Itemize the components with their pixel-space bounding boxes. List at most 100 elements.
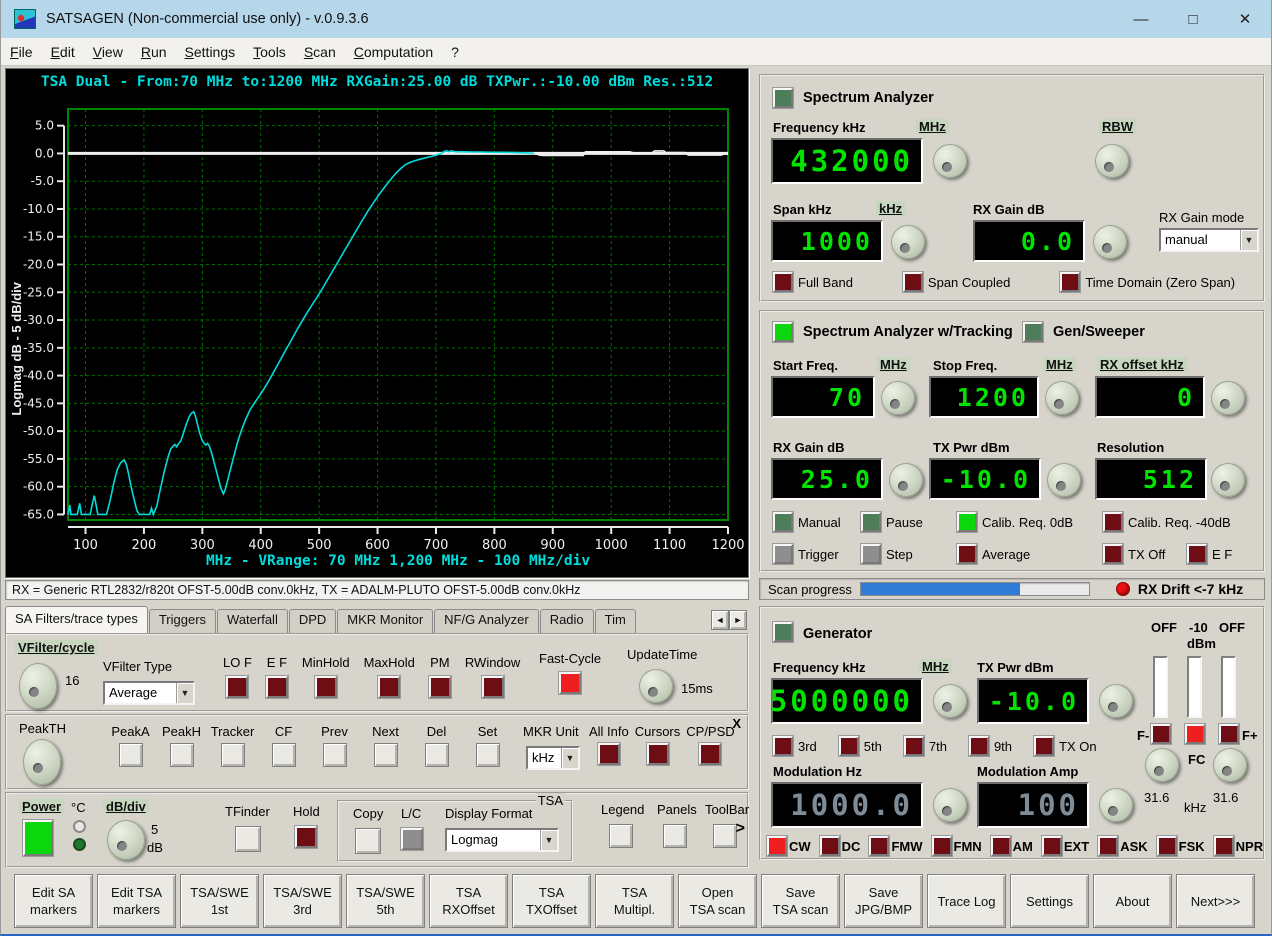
trace-filter-checkbox[interactable]: RWindow xyxy=(465,655,520,699)
menu-item[interactable]: Settings xyxy=(176,41,245,63)
tab[interactable]: Tim xyxy=(594,609,636,633)
db-div-button-label[interactable]: dB/div xyxy=(103,799,149,814)
bottom-action-button[interactable]: Open TSA scan xyxy=(678,874,757,928)
db-div-knob[interactable] xyxy=(107,820,145,860)
checkbox-box[interactable] xyxy=(1040,835,1063,857)
more-arrow-button[interactable]: > xyxy=(736,820,745,838)
menu-item[interactable]: Edit xyxy=(42,41,84,63)
modulation-type-checkbox[interactable]: DC xyxy=(818,835,860,857)
checkbox-box[interactable] xyxy=(1033,735,1056,757)
bottom-action-button[interactable]: Edit SA markers xyxy=(14,874,93,928)
markers-close-button[interactable]: X xyxy=(732,716,741,731)
checkbox-box[interactable] xyxy=(868,835,891,857)
frequency-knob[interactable] xyxy=(933,144,967,178)
checkbox-box[interactable] xyxy=(837,735,860,757)
menu-item[interactable]: Computation xyxy=(345,41,442,63)
vfilter-type-select[interactable]: Average ▼ xyxy=(103,681,195,705)
mkr-unit-select[interactable]: kHz ▼ xyxy=(526,746,580,770)
marker-button[interactable] xyxy=(322,743,347,767)
trace-filter-checkbox[interactable]: MinHold xyxy=(302,655,350,699)
harmonic-checkbox[interactable]: 5th xyxy=(837,735,882,757)
span-unit-button[interactable]: kHz xyxy=(876,201,906,216)
sa-option-checkbox[interactable]: Time Domain (Zero Span) xyxy=(1059,271,1235,293)
tab[interactable]: Radio xyxy=(539,609,594,633)
span-knob[interactable] xyxy=(891,225,925,259)
checkbox-box[interactable] xyxy=(1059,271,1082,293)
stop-freq-knob[interactable] xyxy=(1045,381,1079,415)
checkbox-box[interactable] xyxy=(1102,543,1124,565)
lc-checkbox[interactable] xyxy=(400,827,424,851)
trace-filter-checkbox[interactable]: LO F xyxy=(223,655,252,699)
rbw-button[interactable]: RBW xyxy=(1099,119,1137,134)
maximize-button[interactable]: □ xyxy=(1167,0,1219,38)
checkbox-box[interactable] xyxy=(967,735,990,757)
rx-gain-mode-select[interactable]: manual ▼ xyxy=(1159,228,1259,252)
generator-enable-checkbox[interactable] xyxy=(772,621,794,643)
spectrum-analyzer-enable-checkbox[interactable] xyxy=(772,87,794,109)
level-slider-center[interactable] xyxy=(1187,656,1202,718)
menu-item[interactable]: ? xyxy=(442,41,468,63)
checkbox-box[interactable] xyxy=(480,675,505,699)
menu-item[interactable]: Scan xyxy=(295,41,345,63)
gen-tx-pwr-knob[interactable] xyxy=(1099,684,1133,718)
rx-gain-knob[interactable] xyxy=(1093,225,1127,259)
tab[interactable]: SA Filters/trace types xyxy=(5,606,148,633)
trace-filter-checkbox[interactable]: MaxHold xyxy=(364,655,415,699)
tracking-option-checkbox[interactable]: TX Off xyxy=(1102,543,1187,565)
checkbox-box[interactable] xyxy=(596,742,621,766)
marker-option-checkbox[interactable]: Cursors xyxy=(635,724,680,766)
checkbox-box[interactable] xyxy=(956,511,978,533)
tfinder-button[interactable] xyxy=(235,826,261,852)
tsa-chart[interactable]: 5.0 0.0 -5.0 -10.0 -15.0 -20.0 -25.0 -30.0 -35.0… xyxy=(6,69,748,577)
power-button[interactable] xyxy=(22,819,54,857)
checkbox-box[interactable] xyxy=(225,675,250,699)
checkbox-box[interactable] xyxy=(772,511,794,533)
checkbox-box[interactable] xyxy=(313,675,338,699)
vfilter-cycle-knob[interactable] xyxy=(19,663,57,709)
level-slider-right[interactable] xyxy=(1221,656,1236,718)
bottom-action-button[interactable]: TSA RXOffset xyxy=(429,874,508,928)
power-button-label[interactable]: Power xyxy=(19,799,65,814)
copy-button[interactable] xyxy=(355,828,381,854)
menu-item[interactable]: Tools xyxy=(244,41,295,63)
harmonic-checkbox[interactable]: 7th xyxy=(902,735,947,757)
checkbox-box[interactable] xyxy=(818,835,841,857)
modulation-type-checkbox[interactable]: NPR xyxy=(1212,835,1263,857)
tracking-option-checkbox[interactable]: Step xyxy=(860,543,957,565)
fc-minus-knob[interactable] xyxy=(1145,748,1179,782)
panels-button[interactable] xyxy=(663,824,687,848)
tab[interactable]: MKR Monitor xyxy=(337,609,434,633)
f-minus-checkbox[interactable] xyxy=(1150,723,1172,745)
tracking-option-checkbox[interactable]: Calib. Req. -40dB xyxy=(1102,511,1231,533)
harmonic-checkbox[interactable]: TX On xyxy=(1033,735,1097,757)
tab[interactable]: DPD xyxy=(288,609,337,633)
checkbox-box[interactable] xyxy=(698,742,723,766)
checkbox-box[interactable] xyxy=(1212,835,1235,857)
tab[interactable]: NF/G Analyzer xyxy=(434,609,539,633)
resolution-knob[interactable] xyxy=(1211,463,1245,497)
fc-plus-knob[interactable] xyxy=(1213,748,1247,782)
bottom-action-button[interactable]: Next>>> xyxy=(1176,874,1255,928)
tracking-option-checkbox[interactable]: Pause xyxy=(860,511,957,533)
tracking-option-checkbox[interactable]: Calib. Req. 0dB xyxy=(956,511,1103,533)
checkbox-box[interactable] xyxy=(901,271,924,293)
checkbox-box[interactable] xyxy=(989,835,1012,857)
checkbox-box[interactable] xyxy=(860,511,882,533)
toolbar-button[interactable] xyxy=(713,824,737,848)
stop-freq-unit-button[interactable]: MHz xyxy=(1043,357,1076,372)
chevron-down-icon[interactable]: ▼ xyxy=(561,748,578,768)
menu-item[interactable]: File xyxy=(1,41,42,63)
rbw-knob[interactable] xyxy=(1095,144,1129,178)
sa-option-checkbox[interactable]: Full Band xyxy=(772,271,853,293)
marker-button[interactable] xyxy=(475,743,500,767)
checkbox-box[interactable] xyxy=(1186,543,1208,565)
marker-option-checkbox[interactable]: CP/PSD xyxy=(686,724,735,766)
checkbox-box[interactable] xyxy=(1155,835,1178,857)
marker-button[interactable] xyxy=(118,743,143,767)
checkbox-box[interactable] xyxy=(427,675,452,699)
checkbox-box[interactable] xyxy=(264,675,289,699)
harmonic-checkbox[interactable]: 3rd xyxy=(772,735,817,757)
checkbox-box[interactable] xyxy=(1097,835,1120,857)
bottom-action-button[interactable]: TSA/SWE 3rd xyxy=(263,874,342,928)
mod-hz-knob[interactable] xyxy=(933,788,967,822)
